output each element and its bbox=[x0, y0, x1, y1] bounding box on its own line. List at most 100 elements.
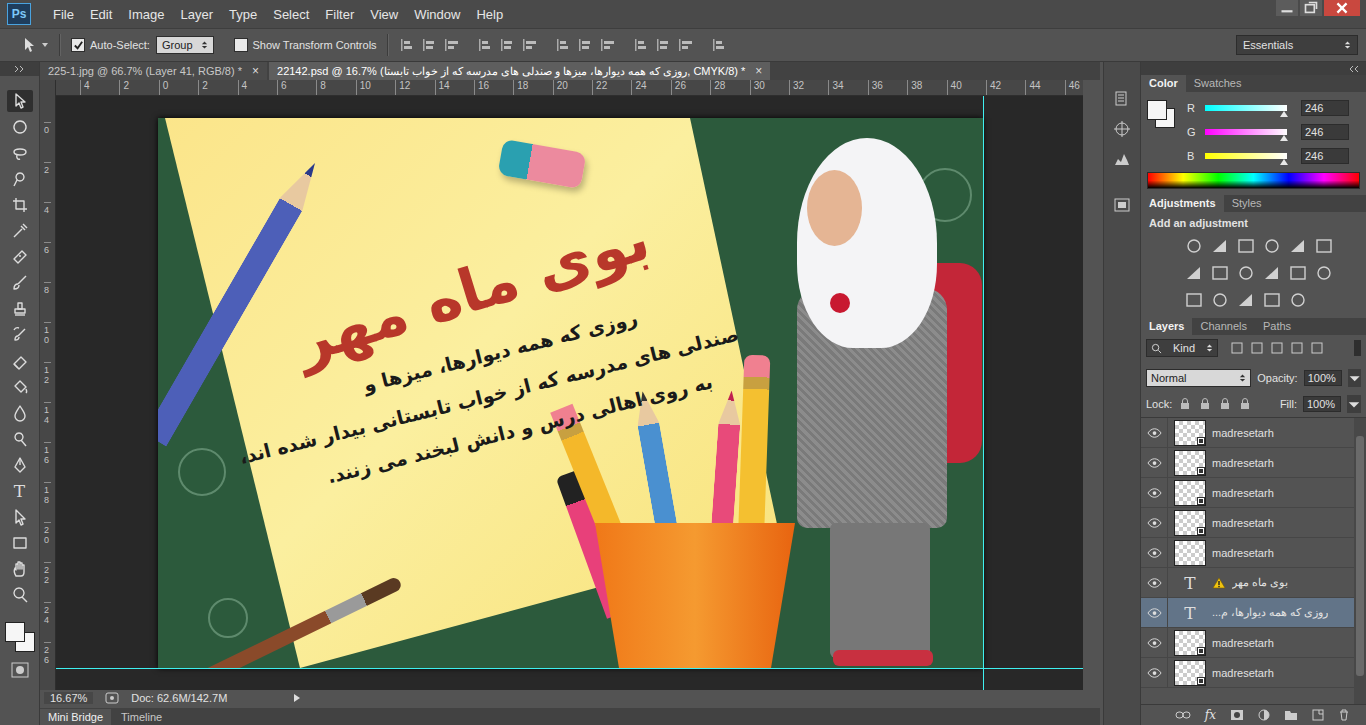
align-icon[interactable] bbox=[555, 37, 571, 53]
close-icon[interactable] bbox=[1324, 0, 1360, 16]
menu-item[interactable]: File bbox=[45, 7, 82, 22]
lock-option-icon[interactable] bbox=[1238, 397, 1252, 411]
filter-type-icon[interactable] bbox=[1310, 341, 1324, 355]
tool-button[interactable] bbox=[7, 532, 33, 554]
adjustment-icon[interactable] bbox=[1237, 291, 1255, 309]
foreground-swatch[interactable] bbox=[5, 622, 25, 642]
layer-row[interactable]: madresetarh bbox=[1141, 538, 1354, 568]
eye-icon[interactable] bbox=[1147, 428, 1162, 438]
mask-icon[interactable] bbox=[1230, 709, 1244, 721]
menu-item[interactable]: Edit bbox=[82, 7, 120, 22]
filter-type-icon[interactable] bbox=[1290, 341, 1304, 355]
status-menu-icon[interactable] bbox=[293, 693, 301, 703]
adjustment-icon[interactable] bbox=[1237, 237, 1255, 255]
filter-type-icon[interactable] bbox=[1250, 341, 1264, 355]
panel-tab[interactable]: Swatches bbox=[1186, 75, 1250, 92]
fill-field[interactable]: 100% bbox=[1303, 396, 1341, 412]
menu-item[interactable]: View bbox=[362, 7, 406, 22]
close-tab-button[interactable]: × bbox=[755, 64, 762, 78]
adjustment-icon[interactable] bbox=[1237, 264, 1255, 282]
bottom-tab[interactable]: Timeline bbox=[113, 709, 170, 725]
layer-style-button[interactable]: fx bbox=[1205, 708, 1216, 722]
adjustment-icon[interactable] bbox=[1211, 237, 1229, 255]
eye-icon[interactable] bbox=[1147, 668, 1162, 678]
slider-track[interactable] bbox=[1205, 129, 1287, 135]
menu-item[interactable]: Window bbox=[406, 7, 468, 22]
panel-tab[interactable]: Paths bbox=[1255, 318, 1299, 335]
color-spectrum[interactable] bbox=[1147, 172, 1360, 189]
dropdown-arrow-icon[interactable] bbox=[1348, 369, 1361, 387]
menu-item[interactable]: Image bbox=[120, 7, 172, 22]
menu-item[interactable]: Layer bbox=[173, 7, 222, 22]
tool-button[interactable] bbox=[7, 246, 33, 268]
adjustment-icon[interactable] bbox=[1263, 264, 1281, 282]
eye-icon[interactable] bbox=[1147, 578, 1162, 588]
layer-row[interactable]: madresetarh bbox=[1141, 658, 1354, 688]
panel-tab[interactable]: Channels bbox=[1192, 318, 1254, 335]
history-panel-icon[interactable] bbox=[1113, 90, 1131, 108]
tool-button[interactable] bbox=[7, 168, 33, 190]
layer-filter-dropdown[interactable]: Kind bbox=[1146, 339, 1218, 357]
folder-icon[interactable] bbox=[1284, 709, 1298, 721]
adjustment-icon[interactable] bbox=[1211, 264, 1229, 282]
slider-thumb[interactable] bbox=[1280, 135, 1288, 141]
align-icon[interactable] bbox=[443, 37, 459, 53]
layer-row[interactable]: Tبوی ماه مهر bbox=[1141, 568, 1354, 598]
align-icon[interactable] bbox=[677, 37, 693, 53]
bottom-tab[interactable]: Mini Bridge bbox=[40, 709, 111, 725]
align-icon[interactable] bbox=[577, 37, 593, 53]
new-layer-icon[interactable] bbox=[1312, 709, 1324, 721]
lock-option-icon[interactable] bbox=[1178, 397, 1192, 411]
transform-controls-checkbox[interactable]: Show Transform Controls bbox=[234, 38, 377, 52]
slider-track[interactable] bbox=[1205, 105, 1287, 111]
align-icon[interactable] bbox=[477, 37, 493, 53]
layer-row[interactable]: Tروزی که همه دیوارها، م... bbox=[1141, 598, 1354, 628]
trash-icon[interactable] bbox=[1338, 709, 1350, 721]
tool-button[interactable] bbox=[7, 142, 33, 164]
align-icon[interactable] bbox=[521, 37, 537, 53]
adjustment-icon[interactable] bbox=[1315, 237, 1333, 255]
zoom-field[interactable]: 16.67% bbox=[44, 692, 93, 704]
document-canvas[interactable]: بوی ماه مهرروزی که همه دیوارها، میزها وص… bbox=[158, 118, 983, 668]
tool-button[interactable] bbox=[7, 90, 33, 112]
tool-button[interactable]: T bbox=[7, 480, 33, 502]
layer-row[interactable]: madresetarh bbox=[1141, 418, 1354, 448]
document-tab[interactable]: 225-1.jpg @ 66.7% (Layer 41, RGB/8) *× bbox=[40, 62, 267, 80]
tool-button[interactable] bbox=[7, 350, 33, 372]
color-swatches[interactable] bbox=[5, 622, 35, 652]
eye-icon[interactable] bbox=[1147, 488, 1162, 498]
adjustment-icon[interactable] bbox=[1289, 264, 1307, 282]
adjustment-icon[interactable] bbox=[1211, 291, 1229, 309]
panel-tab[interactable]: Layers bbox=[1141, 318, 1192, 335]
quick-mask-icon[interactable] bbox=[11, 662, 29, 678]
eye-icon[interactable] bbox=[1147, 608, 1162, 618]
align-icon[interactable] bbox=[399, 37, 415, 53]
tool-button[interactable] bbox=[7, 506, 33, 528]
tool-button[interactable] bbox=[7, 558, 33, 580]
opacity-field[interactable]: 100% bbox=[1304, 370, 1342, 386]
tool-button[interactable] bbox=[7, 454, 33, 476]
tool-button[interactable] bbox=[7, 428, 33, 450]
slider-thumb[interactable] bbox=[1280, 111, 1288, 117]
adjustment-icon[interactable] bbox=[1315, 264, 1333, 282]
workspace-dropdown[interactable]: Essentials bbox=[1236, 35, 1358, 55]
lock-option-icon[interactable] bbox=[1198, 397, 1212, 411]
color-swatch[interactable] bbox=[1147, 100, 1177, 130]
layer-row[interactable]: madresetarh bbox=[1141, 478, 1354, 508]
minimize-icon[interactable] bbox=[1276, 0, 1298, 16]
adjustment-icon[interactable] bbox=[1185, 264, 1203, 282]
filter-type-icon[interactable] bbox=[1230, 341, 1244, 355]
adjustment-icon[interactable] bbox=[1289, 291, 1307, 309]
align-icon[interactable] bbox=[711, 37, 727, 53]
eye-icon[interactable] bbox=[1147, 458, 1162, 468]
layer-row[interactable]: madresetarh bbox=[1141, 508, 1354, 538]
filter-toggle[interactable] bbox=[1354, 340, 1361, 356]
layers-scrollbar[interactable] bbox=[1354, 418, 1366, 704]
eye-icon[interactable] bbox=[1147, 638, 1162, 648]
tool-button[interactable] bbox=[7, 402, 33, 424]
adjustment-icon[interactable] bbox=[1289, 237, 1307, 255]
navigator-panel-icon[interactable] bbox=[1113, 120, 1131, 138]
tool-preset[interactable] bbox=[20, 36, 49, 54]
tool-button[interactable] bbox=[7, 272, 33, 294]
align-icon[interactable] bbox=[655, 37, 671, 53]
